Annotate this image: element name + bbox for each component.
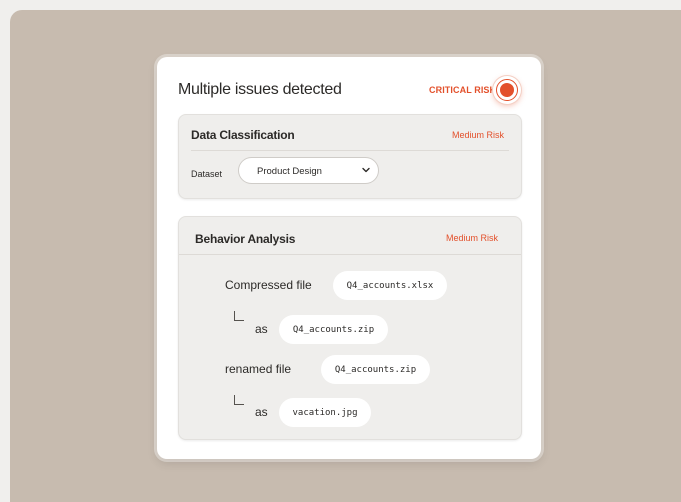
elbow-connector-icon <box>234 395 244 405</box>
data-classification-title: Data Classification <box>191 128 295 142</box>
risk-card: Multiple issues detected CRITICAL RISK D… <box>157 57 541 459</box>
step-action: as <box>255 322 268 336</box>
dataset-label: Dataset <box>191 169 223 179</box>
elbow-connector-icon <box>234 311 244 321</box>
file-chip[interactable]: vacation.jpg <box>279 398 371 427</box>
critical-risk-label: CRITICAL RISK <box>429 85 497 95</box>
behavior-steps: Compressed file Q4_accounts.xlsx as Q4_a… <box>179 254 521 439</box>
file-chip[interactable]: Q4_accounts.zip <box>279 315 388 344</box>
dataset-select[interactable]: Product Design <box>238 157 379 184</box>
step-action: Compressed file <box>225 278 312 292</box>
alert-dot-fill <box>500 83 514 97</box>
behavior-analysis-title: Behavior Analysis <box>195 232 296 246</box>
dataset-select-value: Product Design <box>257 166 322 177</box>
card-title: Multiple issues detected <box>178 81 342 98</box>
file-chip[interactable]: Q4_accounts.xlsx <box>333 271 447 300</box>
alert-dot-icon[interactable] <box>493 76 521 104</box>
behavior-analysis-risk: Medium Risk <box>446 233 499 243</box>
chevron-down-icon <box>362 167 370 173</box>
file-chip[interactable]: Q4_accounts.zip <box>321 355 430 384</box>
data-classification-risk: Medium Risk <box>452 130 505 140</box>
data-classification-panel: Data Classification Medium Risk Dataset … <box>178 114 522 199</box>
divider <box>191 150 509 151</box>
alert-dot-ring <box>496 79 518 101</box>
step-action: renamed file <box>225 362 292 376</box>
behavior-analysis-panel: Behavior Analysis Medium Risk Compressed… <box>178 216 522 440</box>
step-action: as <box>255 405 268 419</box>
